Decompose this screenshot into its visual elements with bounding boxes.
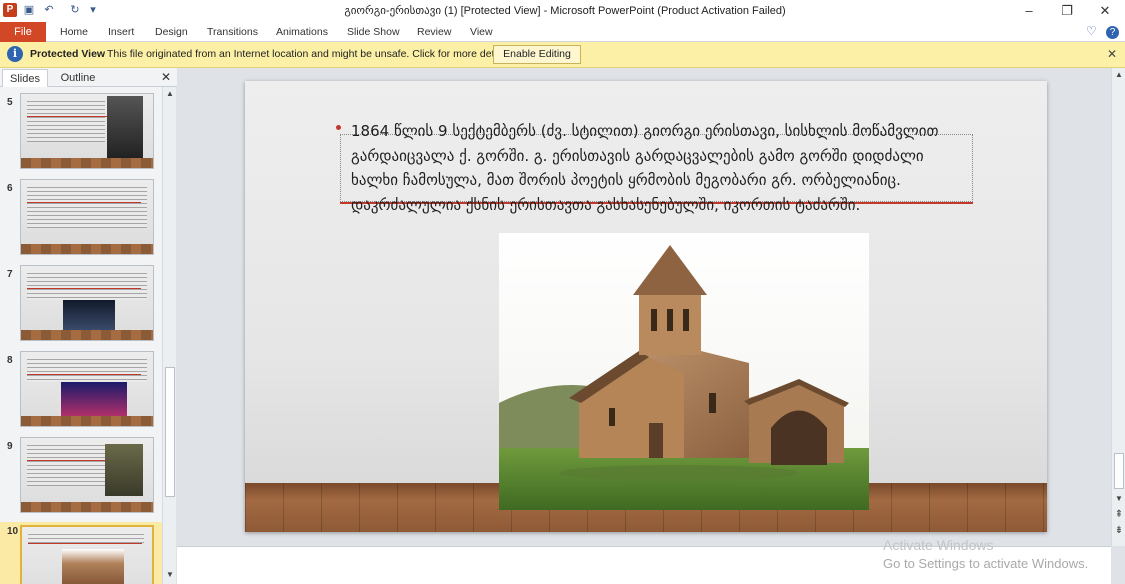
close-message-bar-icon[interactable]: ✕: [1107, 47, 1117, 61]
protected-view-bar: i Protected View This file originated fr…: [0, 42, 1125, 68]
activate-windows-title: Activate Windows: [883, 537, 994, 553]
scroll-up-icon[interactable]: ▲: [165, 89, 175, 99]
thumbnail-text: [27, 184, 147, 228]
thumbnail-text: [27, 442, 105, 486]
minimize-ribbon-icon[interactable]: ♡: [1086, 24, 1097, 38]
slide-editor: 1864 წლის 9 სექტემბერს (ძვ. სტილით) გიორ…: [177, 68, 1111, 546]
tab-design[interactable]: Design: [155, 22, 188, 42]
thumbnail-slide-7[interactable]: 7: [0, 265, 162, 345]
thumbnail-stage-image: [61, 382, 127, 416]
thumbnail-floor: [21, 158, 153, 168]
powerpoint-window: P ▣ ↶ ↻ ▾ გიორგი-ერისთავი (1) [Protected…: [0, 0, 1125, 584]
thumbnail-text: [27, 270, 147, 300]
thumbnail-underline: [27, 288, 141, 289]
slides-pane-tabs: Slides Outline ✕: [0, 68, 177, 87]
slide-thumbnail[interactable]: [20, 351, 154, 427]
slide-number: 9: [7, 441, 13, 452]
thumbnail-slide-6[interactable]: 6: [0, 179, 162, 259]
restore-button[interactable]: ❐: [1056, 2, 1078, 20]
thumbnail-slide-9[interactable]: 9: [0, 437, 162, 517]
scrollbar-thumb[interactable]: [165, 367, 175, 497]
undo-icon[interactable]: ↶: [42, 3, 56, 17]
ribbon-tabs: File Home Insert Design Transitions Anim…: [0, 22, 1125, 42]
thumbnail-slide-5[interactable]: 5: [0, 93, 162, 173]
scrollbar-thumb[interactable]: [1114, 453, 1124, 489]
slide-thumbnail[interactable]: [20, 265, 154, 341]
slide-thumbnail[interactable]: [20, 179, 154, 255]
activate-windows-message: Go to Settings to activate Windows.: [883, 556, 1089, 571]
ribbon-tools: ♡ ?: [1086, 24, 1119, 40]
previous-slide-icon[interactable]: ⇞: [1114, 510, 1124, 520]
tab-insert[interactable]: Insert: [108, 22, 134, 42]
thumbnail-floor: [21, 244, 153, 254]
current-slide[interactable]: 1864 წლის 9 სექტემბერს (ძვ. სტილით) გიორ…: [245, 81, 1047, 532]
thumbnail-painting-image: [105, 444, 143, 496]
thumbnail-stage-image: [63, 300, 115, 330]
thumbnail-slide-8[interactable]: 8: [0, 351, 162, 431]
church-image: [499, 233, 869, 510]
customize-toolbar-icon[interactable]: ▾: [86, 3, 100, 17]
scroll-up-icon[interactable]: ▲: [1114, 70, 1124, 80]
tab-home[interactable]: Home: [60, 22, 88, 42]
slide-number: 7: [7, 269, 13, 280]
thumbnail-floor: [21, 330, 153, 340]
bullet-text[interactable]: 1864 წლის 9 სექტემბერს (ძვ. სტილით) გიორ…: [351, 119, 975, 217]
title-bar: P ▣ ↶ ↻ ▾ გიორგი-ერისთავი (1) [Protected…: [0, 0, 1125, 22]
thumbnail-underline: [28, 543, 142, 544]
slide-thumbnail[interactable]: [20, 525, 154, 584]
next-slide-icon[interactable]: ⇟: [1114, 526, 1124, 536]
bullet-icon: [336, 125, 341, 130]
help-icon[interactable]: ?: [1106, 26, 1119, 39]
slide-number: 5: [7, 97, 13, 108]
church-photo[interactable]: [499, 233, 869, 510]
slide-thumbnail[interactable]: [20, 437, 154, 513]
redo-icon[interactable]: ↻: [68, 3, 82, 17]
tab-animations[interactable]: Animations: [276, 22, 328, 42]
tab-slides[interactable]: Slides: [2, 69, 48, 87]
info-icon: i: [7, 46, 23, 62]
slide-thumbnails: 5 6 7 8 9 10: [0, 87, 162, 584]
window-title: გიორგი-ერისთავი (1) [Protected View] - M…: [344, 5, 786, 17]
slide-number: 8: [7, 355, 13, 366]
thumbnail-underline: [27, 374, 141, 375]
thumbnail-text: [28, 531, 144, 543]
powerpoint-icon[interactable]: P: [3, 3, 17, 17]
scroll-down-icon[interactable]: ▼: [165, 570, 175, 580]
tab-review[interactable]: Review: [417, 22, 451, 42]
close-pane-icon[interactable]: ✕: [161, 70, 171, 84]
thumbnail-portrait-image: [107, 96, 143, 158]
scroll-down-icon[interactable]: ▼: [1114, 494, 1124, 504]
thumbnail-text: [27, 98, 105, 142]
slide-number: 6: [7, 183, 13, 194]
protected-view-title: Protected View: [30, 48, 106, 60]
tab-transitions[interactable]: Transitions: [207, 22, 258, 42]
enable-editing-button[interactable]: Enable Editing: [493, 45, 581, 64]
thumbnail-floor: [21, 416, 153, 426]
thumbnail-underline: [27, 202, 141, 203]
tab-slide-show[interactable]: Slide Show: [347, 22, 400, 42]
tab-outline[interactable]: Outline: [52, 69, 104, 87]
thumbnail-floor: [21, 502, 153, 512]
tab-view[interactable]: View: [470, 22, 493, 42]
thumbnail-slide-10[interactable]: 10: [0, 522, 162, 584]
slide-number: 10: [7, 526, 19, 537]
slide-thumbnail[interactable]: [20, 93, 154, 169]
thumbnails-scrollbar[interactable]: ▲ ▼: [162, 87, 176, 584]
minimize-button[interactable]: –: [1018, 2, 1040, 20]
protected-view-message[interactable]: This file originated from an Internet lo…: [107, 48, 513, 60]
thumbnail-text: [27, 356, 147, 382]
tab-file[interactable]: File: [0, 22, 46, 42]
close-button[interactable]: ✕: [1094, 2, 1116, 20]
slide-scrollbar[interactable]: ▲ ▼ ⇞ ⇟: [1111, 68, 1125, 546]
thumbnail-church-image: [62, 549, 124, 584]
save-icon[interactable]: ▣: [22, 3, 36, 17]
